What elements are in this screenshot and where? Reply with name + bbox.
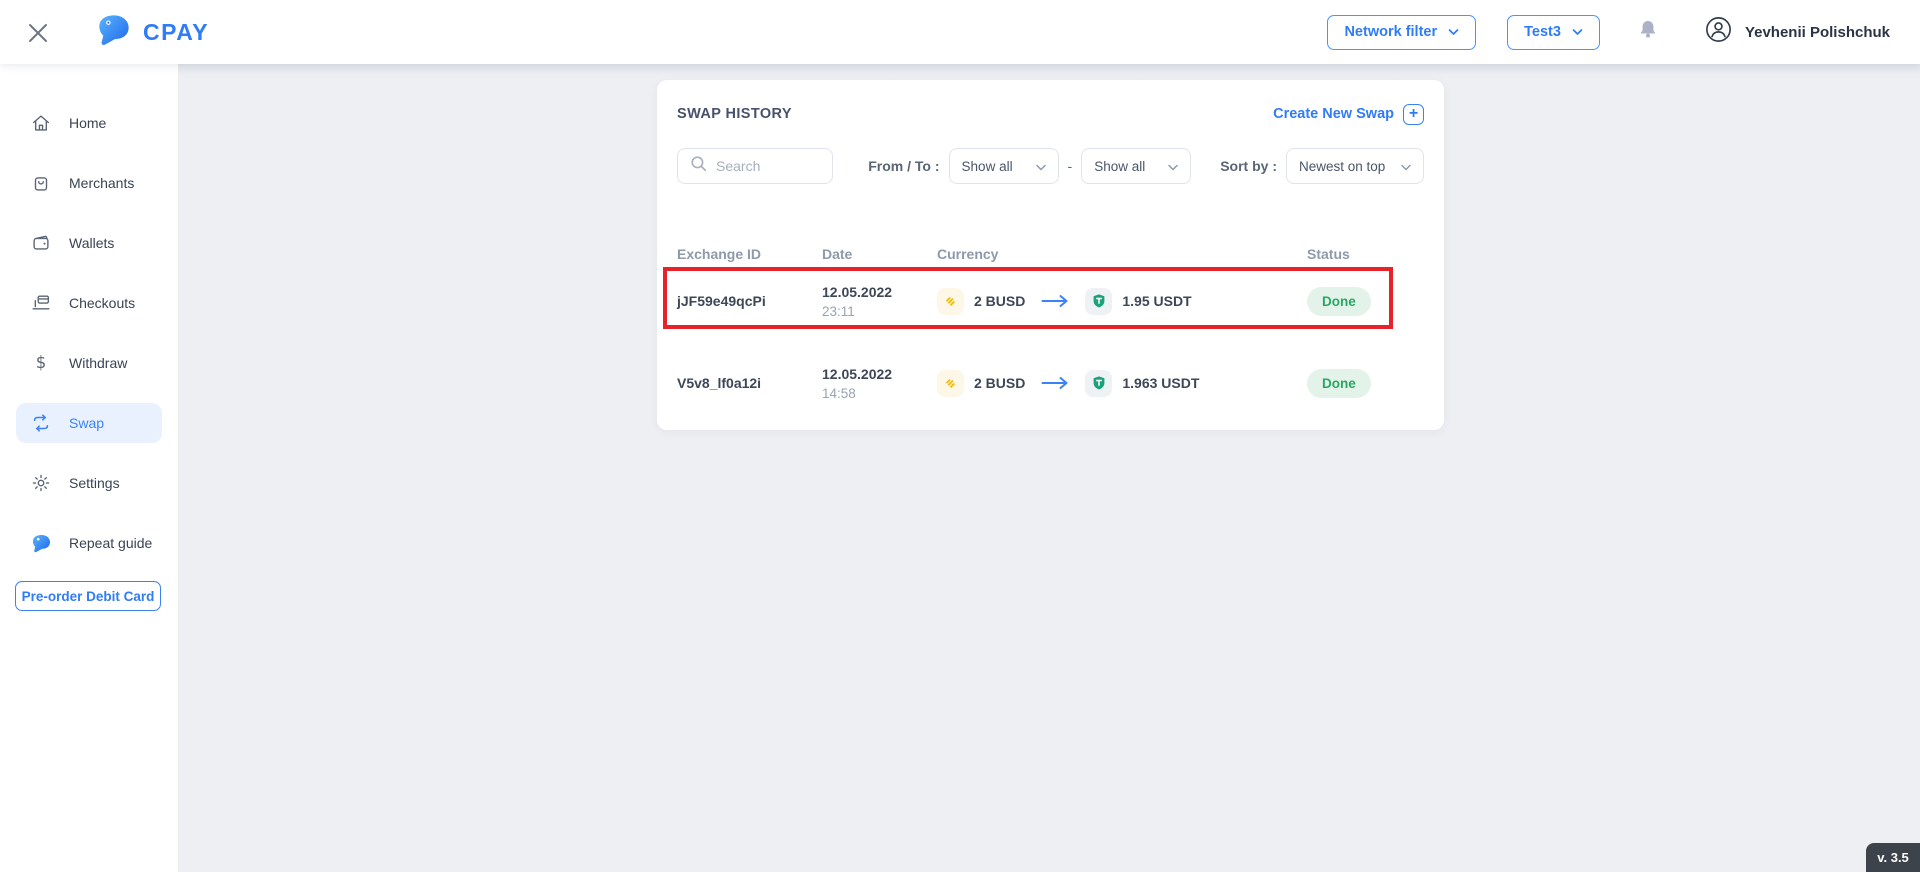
usdt-icon	[1085, 370, 1112, 397]
sidebar-item-label: Checkouts	[69, 295, 135, 311]
sidebar-nav: Home Merchants Wallets	[0, 64, 178, 563]
account-label: Test3	[1524, 24, 1561, 40]
sort-order-value: Newest on top	[1299, 159, 1385, 174]
sort-by-label: Sort by :	[1220, 158, 1277, 174]
chevron-down-icon	[1168, 159, 1178, 174]
sidebar-item-label: Wallets	[69, 235, 114, 251]
arrow-right-icon	[1040, 376, 1070, 390]
sidebar-item-label: Swap	[69, 415, 104, 431]
column-header-status: Status	[1307, 246, 1424, 262]
from-currency-select[interactable]: Show all	[949, 148, 1059, 184]
from-amount: 2 BUSD	[974, 375, 1025, 391]
sidebar-item-wallets[interactable]: Wallets	[16, 223, 162, 263]
time-value: 14:58	[822, 386, 937, 401]
search-icon	[690, 155, 707, 177]
exchange-id-cell: V5v8_lf0a12i	[677, 375, 822, 391]
chevron-down-icon	[1401, 159, 1411, 174]
close-button[interactable]	[26, 21, 50, 45]
page-title: SWAP HISTORY	[677, 106, 792, 122]
sidebar-item-swap[interactable]: Swap	[16, 403, 162, 443]
search-input[interactable]	[716, 158, 820, 174]
column-header-currency: Currency	[937, 246, 1307, 262]
user-menu[interactable]: Yevhenii Polishchuk	[1705, 16, 1890, 48]
cpay-dolphin-icon	[30, 532, 52, 554]
swap-history-card: SWAP HISTORY Create New Swap + From / To…	[657, 80, 1444, 430]
table-header-row: Exchange ID Date Currency Status	[677, 246, 1424, 262]
svg-text:$: $	[36, 353, 47, 372]
plus-icon: +	[1403, 104, 1424, 125]
network-filter-label: Network filter	[1344, 24, 1437, 40]
sidebar-item-withdraw[interactable]: $ Withdraw	[16, 343, 162, 383]
column-header-exchange-id: Exchange ID	[677, 246, 822, 262]
close-icon	[26, 33, 50, 48]
cpay-dolphin-icon	[96, 12, 132, 53]
version-badge: v. 3.5	[1866, 843, 1920, 872]
search-box	[677, 148, 833, 184]
topbar: CPAY Network filter Test3	[0, 0, 1920, 64]
filter-separator: -	[1068, 158, 1073, 174]
gear-icon	[30, 472, 52, 494]
sidebar-item-merchants[interactable]: Merchants	[16, 163, 162, 203]
merchants-bag-icon	[30, 172, 52, 194]
from-amount: 2 BUSD	[974, 293, 1025, 309]
table-row[interactable]: V5v8_lf0a12i 12.05.2022 14:58 2 BUSD	[677, 353, 1424, 413]
to-currency-value: Show all	[1094, 159, 1145, 174]
sidebar-item-checkouts[interactable]: Checkouts	[16, 283, 162, 323]
busd-icon	[937, 288, 964, 315]
sidebar-item-label: Settings	[69, 475, 120, 491]
status-badge: Done	[1307, 287, 1371, 316]
date-cell: 12.05.2022 14:58	[822, 366, 937, 401]
usdt-icon	[1085, 288, 1112, 315]
chevron-down-icon	[1036, 159, 1046, 174]
sidebar-item-settings[interactable]: Settings	[16, 463, 162, 503]
network-filter-button[interactable]: Network filter	[1327, 15, 1476, 50]
create-new-swap-button[interactable]: Create New Swap +	[1273, 104, 1424, 125]
sidebar: Home Merchants Wallets	[0, 64, 178, 872]
date-cell: 12.05.2022 23:11	[822, 284, 937, 319]
home-icon	[30, 112, 52, 134]
swap-arrows-icon	[30, 412, 52, 434]
date-value: 12.05.2022	[822, 366, 937, 382]
bell-icon	[1636, 31, 1660, 46]
chevron-down-icon	[1572, 24, 1583, 40]
sidebar-item-label: Merchants	[69, 175, 134, 191]
chevron-down-icon	[1448, 24, 1459, 40]
busd-icon	[937, 370, 964, 397]
sidebar-item-home[interactable]: Home	[16, 103, 162, 143]
cpay-logo[interactable]: CPAY	[96, 12, 209, 53]
arrow-right-icon	[1040, 294, 1070, 308]
to-currency-select[interactable]: Show all	[1081, 148, 1191, 184]
currency-cell: 2 BUSD 1.95 USDT	[937, 288, 1307, 315]
date-value: 12.05.2022	[822, 284, 937, 300]
time-value: 23:11	[822, 304, 937, 319]
user-avatar-icon	[1705, 16, 1732, 48]
sort-order-select[interactable]: Newest on top	[1286, 148, 1424, 184]
sidebar-item-label: Home	[69, 115, 106, 131]
logo-text: CPAY	[143, 19, 209, 46]
to-amount: 1.963 USDT	[1122, 375, 1199, 391]
to-amount: 1.95 USDT	[1122, 293, 1191, 309]
wallet-icon	[30, 232, 52, 254]
table-row[interactable]: jJF59e49qcPi 12.05.2022 23:11 2 BUSD	[677, 271, 1424, 331]
column-header-date: Date	[822, 246, 937, 262]
status-badge: Done	[1307, 369, 1371, 398]
sidebar-item-label: Withdraw	[69, 355, 127, 371]
checkout-terminal-icon	[30, 292, 52, 314]
user-name: Yevhenii Polishchuk	[1745, 24, 1890, 41]
sidebar-item-repeat-guide[interactable]: Repeat guide	[16, 523, 162, 563]
from-to-label: From / To :	[868, 158, 939, 174]
swap-history-table: Exchange ID Date Currency Status jJF59e4…	[677, 246, 1424, 413]
preorder-debit-card-button[interactable]: Pre-order Debit Card	[15, 581, 161, 611]
notifications-button[interactable]	[1636, 18, 1660, 46]
create-new-swap-label: Create New Swap	[1273, 106, 1394, 122]
from-currency-value: Show all	[962, 159, 1013, 174]
currency-cell: 2 BUSD 1.963 USDT	[937, 370, 1307, 397]
sidebar-item-label: Repeat guide	[69, 535, 152, 551]
exchange-id-cell: jJF59e49qcPi	[677, 293, 822, 309]
dollar-icon: $	[30, 352, 52, 374]
filter-row: From / To : Show all - Show all Sort by …	[677, 148, 1424, 184]
account-selector-button[interactable]: Test3	[1507, 15, 1600, 50]
